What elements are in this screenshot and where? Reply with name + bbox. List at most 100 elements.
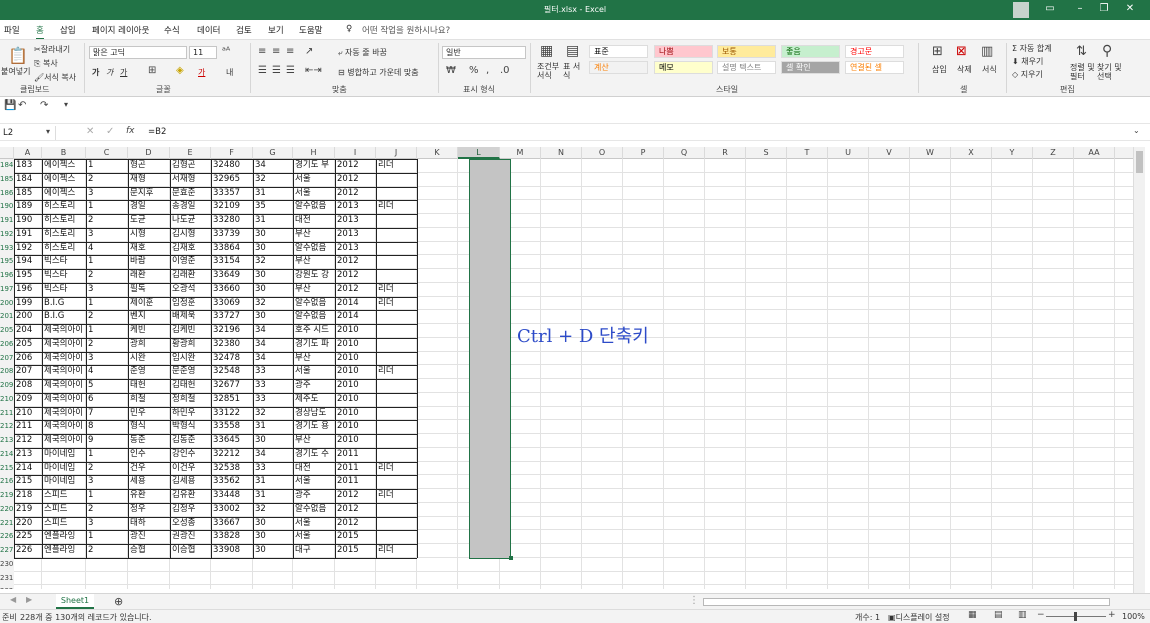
cell-I193[interactable]: 2013 — [335, 242, 376, 256]
cell-F197[interactable]: 33660 — [211, 283, 253, 297]
cell-C200[interactable]: 1 — [86, 297, 128, 311]
cell-C197[interactable]: 3 — [86, 283, 128, 297]
cell-C215[interactable]: 2 — [86, 462, 128, 476]
cell-A193[interactable]: 192 — [14, 242, 42, 256]
cell-G196[interactable]: 30 — [253, 269, 293, 283]
row-header[interactable]: 197 — [0, 282, 14, 297]
zoom-level[interactable]: 100% — [1122, 612, 1145, 621]
redo-icon[interactable]: ↷ — [40, 100, 48, 111]
page-layout-view-icon[interactable]: ▤ — [994, 610, 1003, 620]
cell-C201[interactable]: 2 — [86, 310, 128, 324]
cell-J191[interactable] — [376, 214, 417, 228]
cell-D212[interactable]: 형식 — [128, 420, 170, 434]
cell-D191[interactable]: 도균 — [128, 214, 170, 228]
column-header-N[interactable]: N — [541, 147, 582, 159]
wrap-text-button[interactable]: ⤶ 자동 줄 바꿈 — [338, 47, 387, 58]
cell-E214[interactable]: 강인수 — [170, 448, 211, 462]
cell-G227[interactable]: 30 — [253, 544, 293, 558]
row-header[interactable]: 220 — [0, 502, 14, 517]
cell-C186[interactable]: 3 — [86, 187, 128, 201]
cell-D206[interactable]: 광희 — [128, 338, 170, 352]
cell-J193[interactable] — [376, 242, 417, 256]
cell-I201[interactable]: 2014 — [335, 310, 376, 324]
tab-insert[interactable]: 삽입 — [60, 24, 76, 36]
column-header-W[interactable]: W — [910, 147, 951, 159]
cell-E226[interactable]: 권광진 — [170, 530, 211, 544]
cell-E210[interactable]: 정희철 — [170, 393, 211, 407]
cell-G192[interactable]: 30 — [253, 228, 293, 242]
row-header[interactable]: 226 — [0, 530, 14, 544]
scroll-thumb[interactable] — [1136, 151, 1143, 173]
cell-F213[interactable]: 33645 — [211, 434, 253, 448]
cell-E195[interactable]: 이영준 — [170, 255, 211, 269]
row-header[interactable]: 219 — [0, 489, 14, 503]
cell-J186[interactable] — [376, 187, 417, 201]
cell-I197[interactable]: 2012 — [335, 283, 376, 297]
cell-B205[interactable]: 제국의아이 — [42, 324, 86, 338]
cell-H205[interactable]: 호주 시드 — [293, 324, 335, 338]
column-header-J[interactable]: J — [376, 147, 417, 159]
tab-view[interactable]: 보기 — [268, 24, 284, 36]
cell-F212[interactable]: 33558 — [211, 420, 253, 434]
cell-J209[interactable] — [376, 379, 417, 393]
cell-D195[interactable]: 바람 — [128, 255, 170, 269]
cell-I196[interactable]: 2012 — [335, 269, 376, 283]
row-header[interactable]: 191 — [0, 214, 14, 228]
cell-I210[interactable]: 2010 — [335, 393, 376, 407]
row-header[interactable]: 212 — [0, 420, 14, 434]
undo-icon[interactable]: ↶ — [18, 100, 26, 111]
minimize-icon[interactable]: – — [1070, 3, 1090, 14]
cell-B185[interactable]: 에이젝스 — [42, 173, 86, 187]
cell-A215[interactable]: 214 — [14, 462, 42, 476]
cell-E197[interactable]: 오광석 — [170, 283, 211, 297]
cell-H226[interactable]: 서울 — [293, 530, 335, 544]
cell-C212[interactable]: 8 — [86, 420, 128, 434]
tab-file[interactable]: 파일 — [4, 24, 20, 36]
cell-style-9[interactable]: 연결된 셀 — [845, 61, 904, 74]
cell-C196[interactable]: 2 — [86, 269, 128, 283]
phonetic-button[interactable]: 내 — [226, 67, 233, 78]
cell-J201[interactable] — [376, 310, 417, 324]
column-header-E[interactable]: E — [170, 147, 211, 159]
cell-G195[interactable]: 32 — [253, 255, 293, 269]
cell-F211[interactable]: 33122 — [211, 407, 253, 421]
cell-J185[interactable] — [376, 173, 417, 187]
add-sheet-icon[interactable]: ⊕ — [114, 595, 123, 608]
cell-style-5[interactable]: 계산 — [589, 61, 648, 74]
cell-C209[interactable]: 5 — [86, 379, 128, 393]
cell-C205[interactable]: 1 — [86, 324, 128, 338]
cell-C227[interactable]: 2 — [86, 544, 128, 558]
cell-D209[interactable]: 태헌 — [128, 379, 170, 393]
cell-C220[interactable]: 2 — [86, 503, 128, 517]
font-grow-icon[interactable]: ᵃᴬ — [222, 46, 230, 57]
cell-H212[interactable]: 경기도 용 — [293, 420, 335, 434]
row-header[interactable]: 184 — [0, 159, 14, 173]
cell-I221[interactable]: 2012 — [335, 517, 376, 531]
cell-D214[interactable]: 인수 — [128, 448, 170, 462]
cell-C226[interactable]: 1 — [86, 530, 128, 544]
cell-B215[interactable]: 마이네임 — [42, 462, 86, 476]
bold-button[interactable]: 가 — [92, 67, 99, 78]
find-select-button[interactable]: 찾기 및 선택 — [1097, 63, 1125, 81]
paste-button[interactable]: 붙여넣기 — [1, 66, 30, 77]
row-header[interactable]: 193 — [0, 241, 14, 256]
cell-C211[interactable]: 7 — [86, 407, 128, 421]
row-header[interactable]: 208 — [0, 365, 14, 379]
column-header-V[interactable]: V — [869, 147, 910, 159]
table-format-icon[interactable]: ▤ — [566, 43, 579, 59]
cell-H191[interactable]: 대전 — [293, 214, 335, 228]
cell-I227[interactable]: 2015 — [335, 544, 376, 558]
cell-J208[interactable]: 리더 — [376, 365, 417, 379]
cell-H193[interactable]: 알수없음 — [293, 242, 335, 256]
cell-E192[interactable]: 김시형 — [170, 228, 211, 242]
cell-G207[interactable]: 34 — [253, 352, 293, 366]
row-header[interactable]: 215 — [0, 461, 14, 476]
cell-F196[interactable]: 33649 — [211, 269, 253, 283]
cell-C190[interactable]: 1 — [86, 200, 128, 214]
tab-help[interactable]: 도움말 — [299, 24, 322, 36]
cell-B220[interactable]: 스피드 — [42, 503, 86, 517]
row-header[interactable]: 221 — [0, 516, 14, 531]
autosum-button[interactable]: Σ 자동 합계 — [1012, 43, 1052, 54]
cell-A209[interactable]: 208 — [14, 379, 42, 393]
cell-A219[interactable]: 218 — [14, 489, 42, 503]
